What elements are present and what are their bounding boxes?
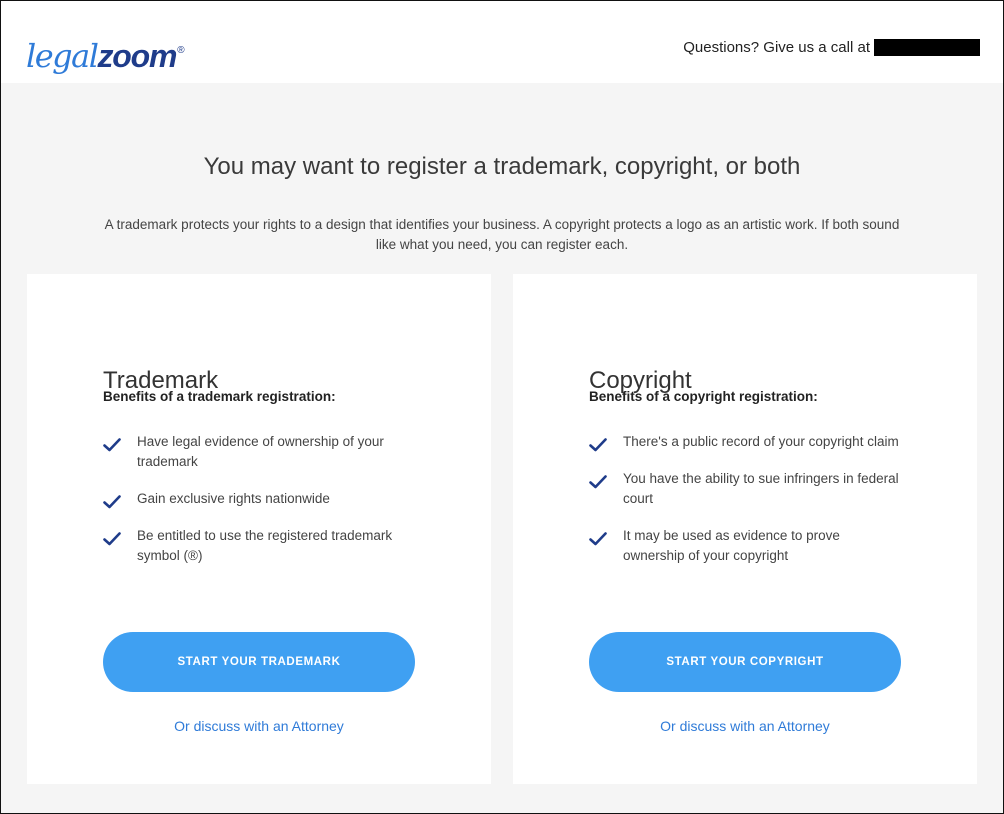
start-copyright-button[interactable]: START YOUR COPYRIGHT (589, 632, 901, 692)
logo-text-zoom: zoom (97, 38, 177, 74)
start-trademark-button[interactable]: START YOUR TRADEMARK (103, 632, 415, 692)
discuss-attorney-link-trademark[interactable]: Or discuss with an Attorney (103, 718, 415, 734)
legalzoom-logo[interactable]: legalzoom® (26, 31, 185, 75)
benefit-item: It may be used as evidence to prove owne… (589, 526, 899, 566)
benefit-text: You have the ability to sue infringers i… (623, 471, 899, 506)
copyright-benefits-heading: Benefits of a copyright registration: (589, 389, 818, 404)
page-title: You may want to register a trademark, co… (203, 153, 801, 181)
header: legalzoom® Questions? Give us a call at (1, 1, 1003, 83)
copyright-card: Copyright Benefits of a copyright regist… (513, 274, 977, 784)
trademark-card: Trademark Benefits of a trademark regist… (27, 274, 491, 784)
benefit-text: It may be used as evidence to prove owne… (623, 528, 840, 563)
logo-registered-mark: ® (177, 45, 184, 56)
trademark-benefits-list: Have legal evidence of ownership of your… (103, 432, 413, 583)
page: legalzoom® Questions? Give us a call at … (0, 0, 1004, 814)
contact-info: Questions? Give us a call at (683, 37, 980, 57)
copyright-benefits-list: There's a public record of your copyrigh… (589, 432, 899, 583)
benefit-item: You have the ability to sue infringers i… (589, 469, 899, 509)
checkmark-icon (589, 475, 607, 489)
checkmark-icon (589, 438, 607, 452)
checkmark-icon (103, 532, 121, 546)
discuss-attorney-link-copyright[interactable]: Or discuss with an Attorney (589, 718, 901, 734)
logo-text-legal: legal (26, 37, 99, 75)
benefit-item: Be entitled to use the registered tradem… (103, 526, 413, 566)
benefit-text: Gain exclusive rights nationwide (137, 491, 330, 506)
benefit-text: There's a public record of your copyrigh… (623, 434, 899, 449)
intro-text: A trademark protects your rights to a de… (104, 216, 900, 252)
contact-text: Questions? Give us a call at (683, 38, 870, 56)
benefit-item: There's a public record of your copyrigh… (589, 432, 899, 452)
benefit-text: Have legal evidence of ownership of your… (137, 434, 384, 469)
benefit-text: Be entitled to use the registered tradem… (137, 528, 393, 563)
phone-number-redacted (874, 38, 980, 56)
benefit-item: Gain exclusive rights nationwide (103, 489, 413, 509)
benefit-item: Have legal evidence of ownership of your… (103, 432, 413, 472)
checkmark-icon (589, 532, 607, 546)
checkmark-icon (103, 495, 121, 509)
trademark-benefits-heading: Benefits of a trademark registration: (103, 389, 336, 404)
checkmark-icon (103, 438, 121, 452)
